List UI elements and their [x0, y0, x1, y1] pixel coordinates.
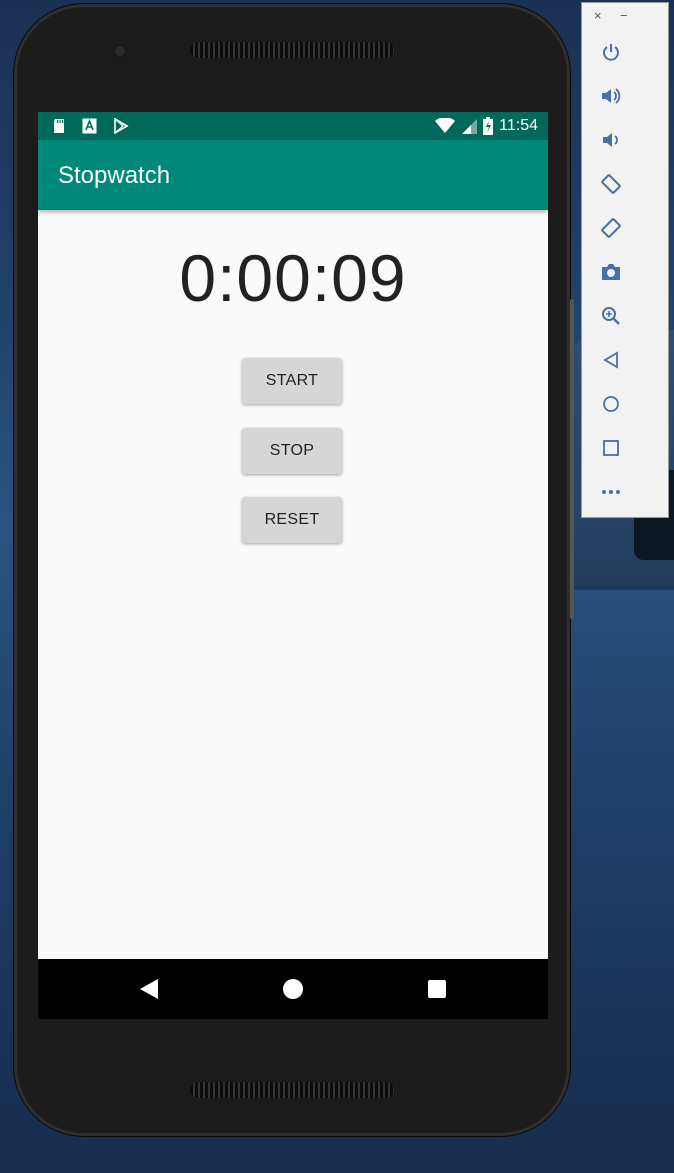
recents-icon[interactable]	[426, 977, 448, 1006]
navigation-bar	[38, 959, 548, 1019]
app-bar: Stopwatch	[38, 140, 548, 210]
stopwatch-content: 0:00:09 START STOP RESET	[38, 210, 548, 959]
phone-frame: 11:54 Stopwatch 0:00:09 START STOP RESET	[14, 4, 574, 1136]
back-icon[interactable]	[600, 349, 622, 371]
signal-icon	[461, 118, 478, 134]
status-bar: 11:54	[38, 112, 548, 140]
home-icon[interactable]	[600, 393, 622, 415]
home-icon[interactable]	[282, 977, 304, 1006]
more-icon[interactable]	[600, 481, 622, 503]
power-icon[interactable]	[600, 41, 622, 63]
wifi-icon	[435, 118, 456, 134]
reset-button[interactable]: RESET	[242, 497, 342, 543]
stopwatch-time: 0:00:09	[179, 241, 407, 315]
minimize-icon[interactable]: −	[620, 8, 628, 23]
sd-card-icon	[52, 118, 66, 139]
emulator-toolbar: × −	[581, 2, 669, 518]
rotate-left-icon[interactable]	[600, 173, 622, 195]
rotate-right-icon[interactable]	[600, 217, 622, 239]
volume-down-icon[interactable]	[600, 129, 622, 151]
front-camera	[112, 43, 128, 59]
app-title: Stopwatch	[58, 162, 171, 189]
zoom-icon[interactable]	[600, 305, 622, 327]
volume-up-icon[interactable]	[600, 85, 622, 107]
app-a-icon	[82, 118, 97, 139]
overview-icon[interactable]	[600, 437, 622, 459]
back-icon[interactable]	[138, 977, 160, 1006]
stop-button[interactable]: STOP	[242, 428, 342, 474]
start-button[interactable]: START	[242, 358, 342, 404]
play-store-icon	[113, 117, 129, 139]
close-icon[interactable]: ×	[594, 8, 602, 23]
camera-icon[interactable]	[600, 261, 622, 283]
bottom-speaker-grille	[190, 1082, 394, 1098]
device-screen: 11:54 Stopwatch 0:00:09 START STOP RESET	[38, 112, 548, 1019]
status-time: 11:54	[499, 117, 538, 134]
battery-charging-icon	[483, 117, 494, 135]
top-speaker-grille	[190, 42, 394, 58]
phone-side-button	[570, 299, 574, 619]
